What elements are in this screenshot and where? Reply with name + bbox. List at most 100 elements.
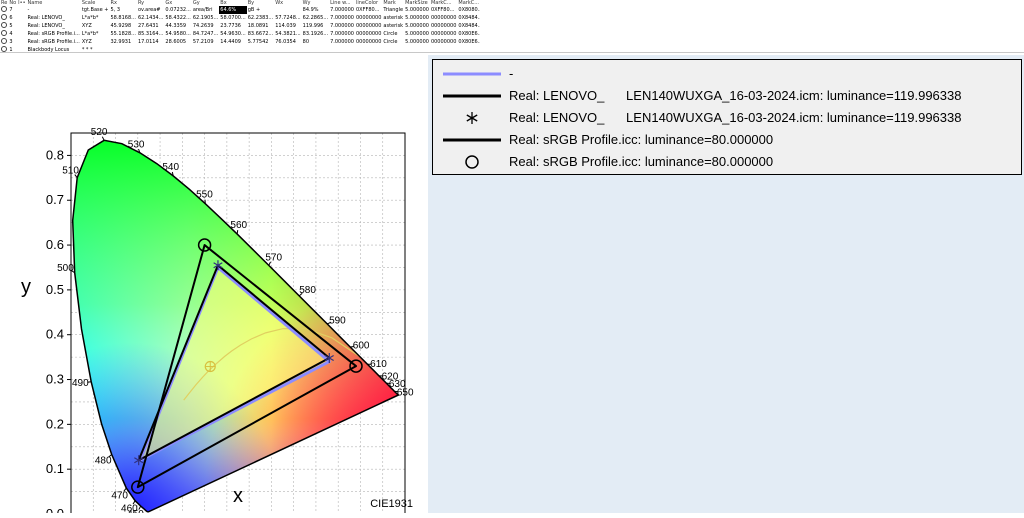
wavelength-label: 470 (111, 490, 128, 501)
visibility-radio-icon[interactable] (1, 38, 7, 44)
table-cell: tgt.Base + (81, 6, 110, 14)
table-cell: 84.9% (302, 6, 329, 14)
visibility-radio-icon[interactable] (1, 14, 7, 20)
table-cell: 0X8080... (457, 6, 480, 14)
table-cell: 7.000000 (329, 22, 355, 30)
legend-label: Real: LENOVO_ LEN140WUXGA_16-03-2024.icm… (509, 108, 961, 127)
y-tick-label: 0.7 (46, 192, 64, 207)
table-header-cell[interactable]: MarkSize (404, 0, 430, 6)
legend-line-icon (441, 64, 503, 83)
chart-corner-label: CIE1931 (370, 498, 413, 510)
table-row[interactable]: 5Real: LENOVO_XYZ45.929827.643144.335974… (0, 22, 480, 30)
table-cell: 00000000 (430, 30, 457, 38)
legend-label: Real: sRGB Profile.icc: luminance=80.000… (509, 130, 773, 149)
table-cell: 23.7736 (219, 22, 246, 30)
table-cell: 80 (302, 38, 329, 46)
table-body: 7-tgt.Base +5, 3ov.area#0.07232...area/B… (0, 6, 480, 52)
table-header-cell[interactable]: MarkC... (457, 0, 480, 6)
wavelength-label: 460 (121, 503, 138, 513)
table-header-cell[interactable]: No (8, 0, 17, 6)
table-cell: 45.9298 (109, 22, 136, 30)
y-tick-label: 0.5 (46, 282, 64, 297)
table-cell: 62.2865... (302, 14, 329, 22)
table-cell: 54.3821... (274, 30, 301, 38)
table-cell: 55.1828... (109, 30, 136, 38)
table-cell (0, 22, 8, 30)
wavelength-label: 560 (230, 220, 247, 231)
table-cell: 00000000 (355, 30, 382, 38)
table-cell (17, 38, 26, 46)
y-tick-label: 0.1 (46, 461, 64, 476)
y-tick-label: 0.6 (46, 237, 64, 252)
table-cell: 83.1926... (302, 30, 329, 38)
table-cell: 00000000 (430, 22, 457, 30)
table-cell: 74.2639 (192, 22, 219, 30)
table-cell: 7.000000 (329, 38, 355, 46)
wavelength-label: 500 (57, 263, 74, 274)
table-cell: 5.000000 (404, 38, 430, 46)
table-cell: 5.77542 (247, 38, 274, 46)
table-cell: Real: LENOVO_ (27, 14, 81, 22)
table-cell: 18.0891 (247, 22, 274, 30)
gamut-table: ReNoI••NameScaleRxRyGxGyBxByWxWyLine w..… (0, 0, 480, 52)
table-cell: 17.0114 (137, 38, 164, 46)
legend-label: - (509, 64, 513, 83)
y-axis-label: y (21, 276, 31, 298)
table-cell (17, 22, 26, 30)
table-cell: 7.000000 (329, 30, 355, 38)
table-cell (17, 6, 26, 14)
legend: - Real: LENOVO_ LEN140WUXGA_16-03-2024.ic… (432, 59, 1022, 175)
table-row[interactable]: 3Real: sRGB Profile.i...XYZ32.993117.011… (0, 38, 480, 46)
wavelength-label: 610 (370, 359, 387, 370)
table-cell: 5.000000 (404, 30, 430, 38)
legend-entry: Real: LENOVO_ LEN140WUXGA_16-03-2024.icm… (433, 108, 1021, 127)
table-header-cell[interactable]: I•• (17, 0, 26, 6)
table-cell: 7.000000 (329, 6, 355, 14)
y-tick-label: 0.3 (46, 372, 64, 387)
table-row[interactable]: 6Real: LENOVO_L*a*b*58.8168...62.1434...… (0, 14, 480, 22)
table-cell: ov.area# (137, 6, 164, 14)
table-cell: area/Bri (192, 6, 219, 14)
table-cell: 57.2109 (192, 38, 219, 46)
table-cell: 3 (8, 38, 17, 46)
legend-label: Real: LENOVO_ LEN140WUXGA_16-03-2024.icm… (509, 86, 961, 105)
legend-label: Real: sRGB Profile.icc: luminance=80.000… (509, 152, 773, 171)
table-row[interactable]: 4Real: sRGB Profile.i...L*a*b*55.1828...… (0, 30, 480, 38)
table-cell: 58.4322... (164, 14, 191, 22)
table-cell: Triangle (382, 6, 404, 14)
table-cell: 62.2383... (247, 14, 274, 22)
legend-entry: Real: LENOVO_ LEN140WUXGA_16-03-2024.icm… (433, 86, 1021, 105)
table-cell: XYZ (81, 38, 110, 46)
table-cell: - (27, 6, 81, 14)
visibility-radio-icon[interactable] (1, 30, 7, 36)
visibility-radio-icon[interactable] (1, 22, 7, 28)
table-divider (0, 52, 1024, 53)
table-cell: 00000000 (430, 14, 457, 22)
table-cell: 85.3164... (137, 30, 164, 38)
table-cell: 5.000000 (404, 22, 430, 30)
y-tick-label: 0.0 (46, 506, 64, 513)
wavelength-label: 490 (72, 378, 89, 389)
table-cell: gB + (247, 6, 274, 14)
series-table: ReNoI••NameScaleRxRyGxGyBxByWxWyLine w..… (0, 0, 480, 52)
table-cell: L*a*b* (81, 14, 110, 22)
table-cell: 0XFF80... (430, 6, 457, 14)
table-cell (0, 30, 8, 38)
table-cell (0, 14, 8, 22)
table-cell: asterisk (382, 14, 404, 22)
visibility-radio-icon[interactable] (1, 6, 7, 12)
legend-entry: Real: sRGB Profile.icc: luminance=80.000… (433, 152, 1021, 171)
table-cell: 119.996 (302, 22, 329, 30)
wavelength-label: 480 (95, 455, 112, 466)
legend-asterisk-icon (441, 108, 503, 127)
table-cell: 76.0354 (274, 38, 301, 46)
cie-chart: 4504604704804905005105205305405505605705… (0, 56, 428, 513)
table-cell: 64.6% (219, 6, 246, 14)
table-row[interactable]: 7-tgt.Base +5, 3ov.area#0.07232...area/B… (0, 6, 480, 14)
y-tick-label: 0.8 (46, 147, 64, 162)
table-cell: 44.3359 (164, 22, 191, 30)
table-cell: 14.4409 (219, 38, 246, 46)
table-cell: 5.000000 (404, 14, 430, 22)
legend-line-icon (441, 130, 503, 149)
table-cell: 57.7248... (274, 14, 301, 22)
